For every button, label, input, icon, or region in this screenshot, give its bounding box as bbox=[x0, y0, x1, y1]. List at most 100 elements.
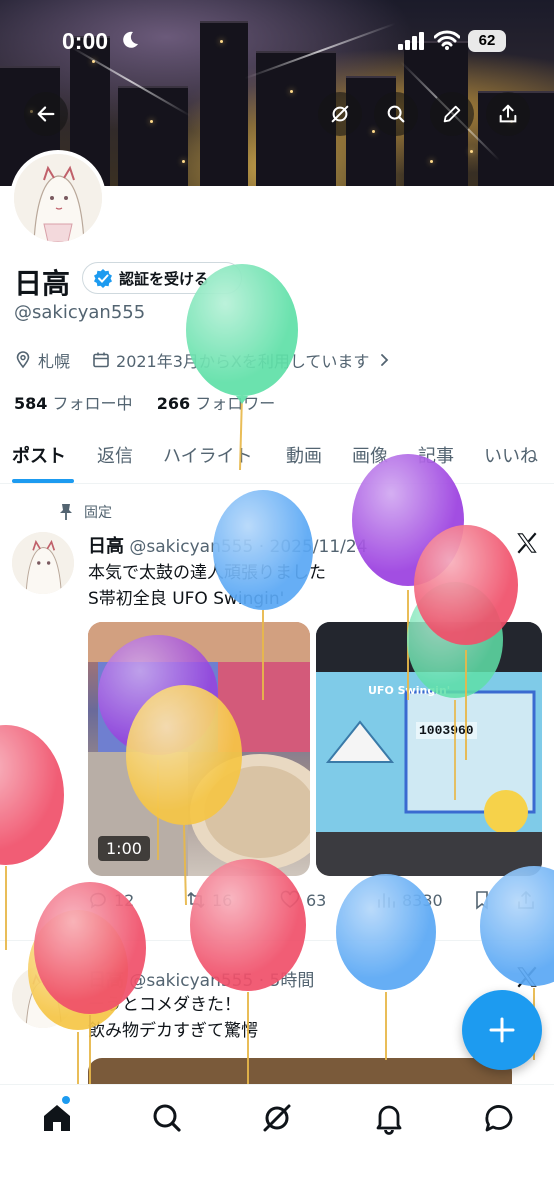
balloon bbox=[0, 725, 64, 950]
search-icon bbox=[387, 105, 405, 123]
nav-grok[interactable] bbox=[260, 1101, 294, 1135]
post-text-line: ーうとコメダきた！ bbox=[88, 995, 241, 1015]
tab-likes[interactable]: いいね bbox=[484, 442, 538, 468]
tab-videos[interactable]: 動画 bbox=[286, 442, 322, 468]
location-pin-icon bbox=[16, 351, 30, 369]
post-time: 2025/11/24 bbox=[269, 537, 368, 557]
x-logo-icon bbox=[517, 532, 537, 554]
anime-girl-illustration bbox=[14, 154, 102, 242]
reply-button[interactable]: 12 bbox=[88, 890, 134, 910]
location-text: 札幌 bbox=[38, 352, 71, 371]
bookmark-button[interactable] bbox=[472, 890, 492, 910]
share-icon bbox=[518, 890, 534, 909]
calendar-icon bbox=[93, 352, 109, 368]
tab-replies[interactable]: 返信 bbox=[97, 442, 133, 468]
grok-button[interactable] bbox=[318, 92, 362, 136]
profile-name: 日高 bbox=[14, 268, 71, 299]
tab-articles[interactable]: 記事 bbox=[418, 442, 454, 468]
share-button[interactable] bbox=[486, 92, 530, 136]
repost-icon bbox=[187, 892, 205, 908]
nav-messages[interactable] bbox=[482, 1101, 516, 1135]
pinned-indicator: 固定 bbox=[58, 502, 112, 522]
post-divider bbox=[0, 940, 554, 941]
battery-indicator: 62 bbox=[468, 30, 506, 52]
post-text-line: S帯初全良 UFO Swingin' bbox=[88, 589, 285, 609]
post-handle: @sakicyan555 bbox=[129, 971, 254, 991]
post-avatar[interactable] bbox=[12, 532, 74, 594]
tab-posts[interactable]: ポスト bbox=[12, 442, 66, 468]
follow-stats: 584 フォロー中 266 フォロワー bbox=[14, 390, 275, 414]
score-display: 1003960 bbox=[416, 722, 477, 739]
chevron-right-icon[interactable] bbox=[375, 351, 393, 369]
post-time: 5時間 bbox=[269, 971, 315, 991]
active-tab-indicator bbox=[12, 479, 74, 483]
post-header: 日高 @sakicyan555 · 2025/11/24 bbox=[88, 536, 368, 557]
nav-notifications[interactable] bbox=[372, 1101, 406, 1135]
bookmark-icon bbox=[476, 891, 488, 910]
tab-images[interactable]: 画像 bbox=[352, 442, 388, 468]
post-image[interactable] bbox=[316, 622, 542, 876]
bottom-navigation bbox=[0, 1084, 554, 1200]
pin-icon bbox=[60, 504, 72, 520]
notification-dot bbox=[62, 1096, 70, 1104]
post-share-button[interactable] bbox=[516, 890, 536, 910]
back-arrow-icon bbox=[37, 106, 55, 122]
profile-handle: @sakicyan555 bbox=[14, 302, 146, 323]
anime-girl-illustration bbox=[12, 532, 74, 594]
wifi-icon bbox=[434, 30, 460, 50]
home-icon bbox=[44, 1105, 70, 1131]
profile-meta: 札幌 2021年3月からXを利用しています bbox=[14, 348, 393, 372]
nav-home[interactable] bbox=[40, 1101, 74, 1135]
post-author[interactable]: 日高 bbox=[88, 536, 124, 556]
edit-profile-button[interactable] bbox=[430, 92, 474, 136]
followers-link[interactable]: 266 フォロワー bbox=[157, 394, 276, 413]
get-verified-button[interactable]: 認証を受ける bbox=[82, 262, 242, 294]
grok-icon bbox=[263, 1104, 291, 1132]
clock: 0:00 bbox=[62, 28, 109, 54]
x-logo-icon bbox=[517, 966, 537, 988]
post-actions: 12 16 63 8330 bbox=[88, 888, 548, 918]
search-icon bbox=[153, 1104, 181, 1132]
pinned-label: 固定 bbox=[84, 505, 112, 521]
compose-post-button[interactable] bbox=[462, 990, 542, 1070]
post-text-line: 本気で太鼓の達人頑張りました bbox=[88, 563, 326, 583]
search-button[interactable] bbox=[374, 92, 418, 136]
share-icon bbox=[499, 104, 517, 123]
post-handle: @sakicyan555 bbox=[129, 537, 254, 557]
joined-date: 2021年3月からXを利用しています bbox=[116, 352, 370, 371]
get-verified-label: 認証を受ける bbox=[119, 269, 210, 288]
grok-icon bbox=[331, 105, 349, 123]
repost-button[interactable]: 16 bbox=[186, 890, 232, 910]
tab-highlights[interactable]: ハイライト bbox=[163, 442, 253, 468]
anime-girl-illustration bbox=[12, 966, 74, 1028]
post-text-line: 飲み物デカすぎて驚愕 bbox=[88, 1021, 258, 1041]
verified-badge-icon bbox=[94, 269, 112, 288]
like-count: 63 bbox=[306, 890, 327, 910]
repost-count: 16 bbox=[212, 890, 233, 910]
view-count: 8330 bbox=[402, 890, 443, 910]
song-title-label: UFO Swingin' bbox=[368, 684, 451, 697]
reply-icon bbox=[90, 892, 106, 909]
nav-search[interactable] bbox=[150, 1101, 184, 1135]
post-text: 本気で太鼓の達人頑張りました S帯初全良 UFO Swingin' bbox=[88, 560, 326, 612]
views-button[interactable]: 8330 bbox=[376, 890, 443, 910]
profile-tabs: ポスト 返信 ハイライト 動画 画像 記事 いいね bbox=[0, 432, 554, 484]
analytics-icon bbox=[378, 893, 395, 908]
back-button[interactable] bbox=[24, 92, 68, 136]
post-author[interactable]: 日高 bbox=[88, 970, 124, 990]
edit-pencil-icon bbox=[443, 105, 461, 123]
like-button[interactable]: 63 bbox=[280, 890, 326, 910]
messages-icon bbox=[485, 1105, 513, 1132]
video-duration: 1:00 bbox=[98, 836, 150, 861]
profile-avatar[interactable] bbox=[10, 150, 106, 246]
following-link[interactable]: 584 フォロー中 bbox=[14, 394, 133, 413]
moon-icon bbox=[123, 31, 138, 48]
signal-icon bbox=[398, 32, 424, 50]
status-bar: 0:00 62 bbox=[0, 22, 554, 62]
post-header: 日高 @sakicyan555 · 5時間 bbox=[88, 970, 315, 991]
heart-icon bbox=[280, 890, 300, 908]
game-result-screenshot bbox=[316, 622, 542, 876]
post-avatar[interactable] bbox=[12, 966, 74, 1028]
plus-icon bbox=[489, 1017, 515, 1043]
reply-count: 12 bbox=[114, 890, 135, 910]
